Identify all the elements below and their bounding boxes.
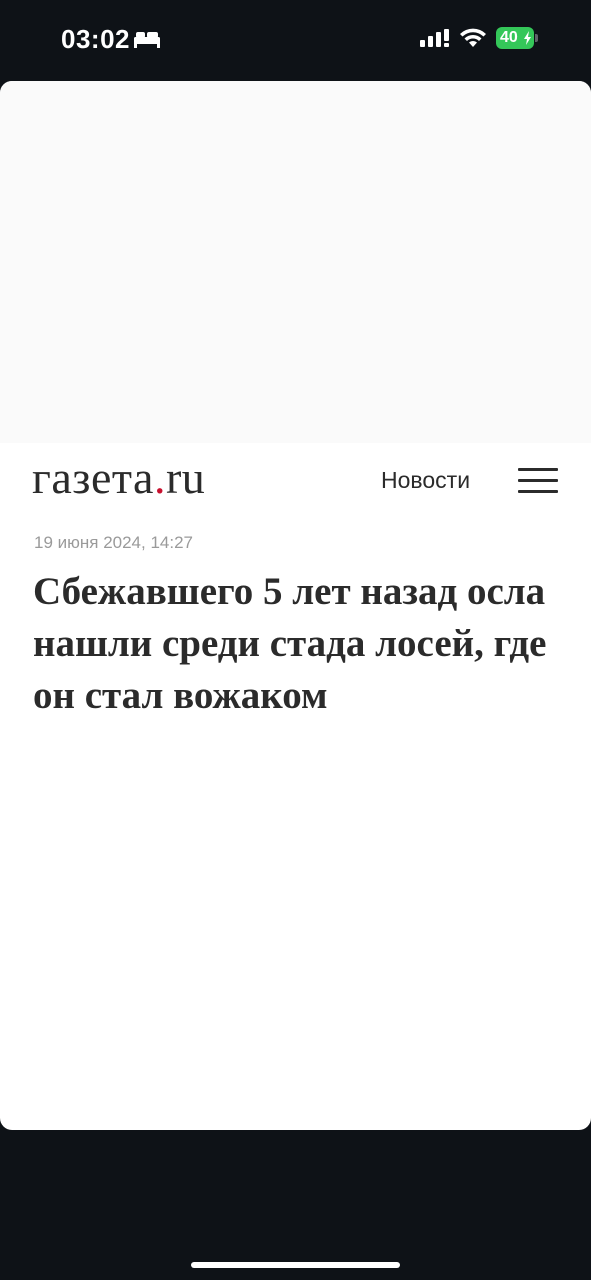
- ad-placeholder: [0, 81, 591, 443]
- menu-bar-middle: [518, 479, 558, 482]
- logo-dot: .: [153, 452, 166, 503]
- menu-bar-top: [518, 468, 558, 471]
- battery-cap: [535, 34, 538, 42]
- status-bar: 03:02 40: [0, 0, 591, 80]
- article-title: Сбежавшего 5 лет назад осла нашли среди …: [33, 570, 547, 717]
- hamburger-menu-icon[interactable]: [518, 468, 558, 494]
- sleep-focus-icon: [134, 32, 160, 48]
- menu-bar-bottom: [518, 490, 558, 493]
- battery-indicator: 40: [496, 27, 540, 49]
- logo-tld: ru: [165, 452, 206, 503]
- site-logo[interactable]: газета.ru: [32, 451, 205, 504]
- logo-name: газета: [32, 452, 154, 503]
- article-date: 19 июня 2024, 14:27: [34, 533, 194, 552]
- cellular-signal-icon: [420, 29, 449, 47]
- home-indicator[interactable]: [191, 1262, 400, 1268]
- wifi-icon: [460, 28, 486, 47]
- web-page: газета.ru Новости 19 июня 2024, 14:27 Сб…: [0, 81, 591, 1130]
- nav-news-link[interactable]: Новости: [381, 467, 470, 494]
- site-header: газета.ru Новости: [0, 443, 591, 515]
- status-time: 03:02: [61, 24, 130, 54]
- phone-screen: 03:02 40 газета.ru Новости 19 июня 2024,…: [0, 0, 591, 1280]
- charging-bolt-icon: [524, 31, 531, 45]
